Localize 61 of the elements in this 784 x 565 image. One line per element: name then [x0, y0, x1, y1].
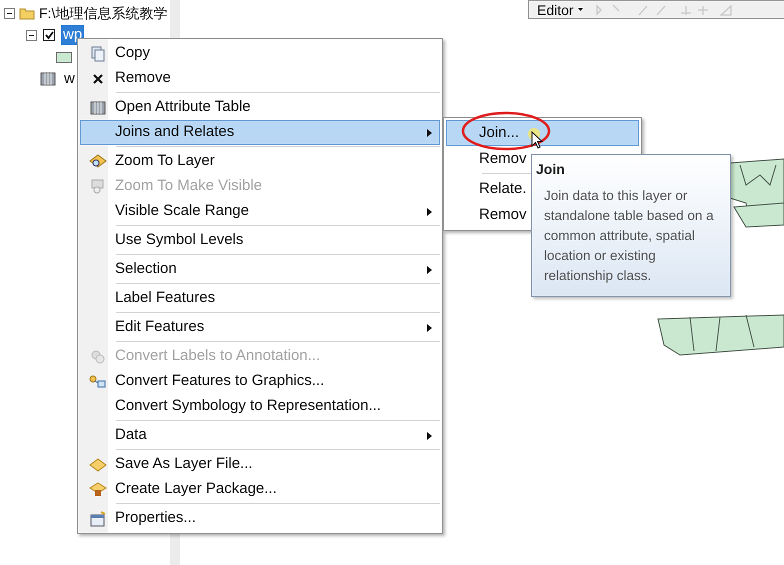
menu-item-label: Convert Labels to Annotation... — [115, 346, 322, 366]
menu-item-label: Use Symbol Levels — [115, 230, 244, 250]
menu-item[interactable]: Create Layer Package... — [80, 477, 440, 502]
menu-item[interactable]: Convert Symbology to Representation... — [80, 394, 440, 419]
table-label: w — [64, 68, 75, 89]
menu-item[interactable]: Joins and Relates — [80, 120, 440, 145]
submenu-arrow-icon — [426, 324, 432, 332]
menu-item-label: Label Features — [115, 288, 216, 308]
menu-item-label: Joins and Relates — [115, 122, 236, 142]
menu-item-label: Remove — [115, 68, 172, 88]
legend-patch — [56, 52, 72, 62]
close-icon — [92, 72, 104, 84]
editor-menu-button[interactable]: Editor — [537, 2, 583, 18]
menu-item[interactable]: Visible Scale Range — [80, 199, 440, 224]
diamond-icon — [89, 458, 107, 472]
submenu-arrow-icon — [426, 208, 432, 216]
menu-item-label: Save As Layer File... — [115, 454, 254, 474]
labels-icon — [90, 348, 106, 364]
menu-item-label: Zoom To Make Visible — [115, 176, 264, 196]
menu-item[interactable]: Properties... — [80, 506, 440, 531]
menu-item-label: Zoom To Layer — [115, 151, 216, 172]
collapse-toggle[interactable] — [26, 30, 37, 40]
menu-item-label: Edit Features — [115, 317, 206, 338]
menu-item-label: Copy — [115, 43, 152, 64]
menu-item-label: Data — [115, 425, 148, 446]
cursor-icon — [528, 128, 544, 150]
zoom-layer-icon — [89, 154, 107, 170]
tooltip-title: Join — [536, 160, 566, 179]
package-icon — [89, 482, 107, 498]
graphics-icon — [89, 374, 107, 388]
copy-icon — [90, 46, 106, 62]
menu-item[interactable]: Open Attribute Table — [80, 95, 440, 120]
menu-item[interactable]: Use Symbol Levels — [80, 228, 440, 253]
layer-checkbox[interactable] — [43, 29, 55, 41]
table-icon — [40, 72, 56, 86]
menu-item[interactable]: Label Features — [80, 286, 440, 311]
submenu-item[interactable]: Join... — [446, 120, 639, 146]
properties-icon — [90, 510, 106, 526]
menu-item[interactable]: Zoom To Layer — [80, 149, 440, 174]
menu-item-label: Selection — [115, 259, 178, 280]
collapse-toggle[interactable] — [4, 8, 15, 18]
menu-item-label: Convert Features to Graphics... — [115, 371, 326, 392]
menu-item-label: Visible Scale Range — [115, 201, 250, 222]
table-icon — [90, 100, 106, 114]
menu-item[interactable]: Convert Features to Graphics... — [80, 369, 440, 394]
submenu-arrow-icon — [426, 128, 432, 136]
tooltip-text: Join data to this layer or standalone table based on a common attribute, spatial location or existing relationship class. — [543, 187, 715, 285]
menu-item[interactable]: Data — [80, 423, 440, 448]
folder-label: F:\地理信息系统教学 — [39, 4, 168, 22]
folder-icon — [19, 6, 35, 20]
menu-item[interactable]: Remove — [80, 66, 440, 91]
submenu-arrow-icon — [426, 266, 432, 274]
menu-item-label: Create Layer Package... — [115, 479, 278, 500]
caret-icon — [578, 8, 583, 11]
menu-item[interactable]: Selection — [80, 257, 440, 282]
submenu-arrow-icon — [426, 432, 432, 440]
menu-item[interactable]: Save As Layer File... — [80, 452, 440, 477]
menu-item[interactable]: Edit Features — [80, 315, 440, 340]
menu-item-label: Properties... — [115, 508, 197, 528]
menu-item-label: Open Attribute Table — [115, 97, 252, 118]
menu-item-label: Convert Symbology to Representation... — [115, 396, 382, 416]
